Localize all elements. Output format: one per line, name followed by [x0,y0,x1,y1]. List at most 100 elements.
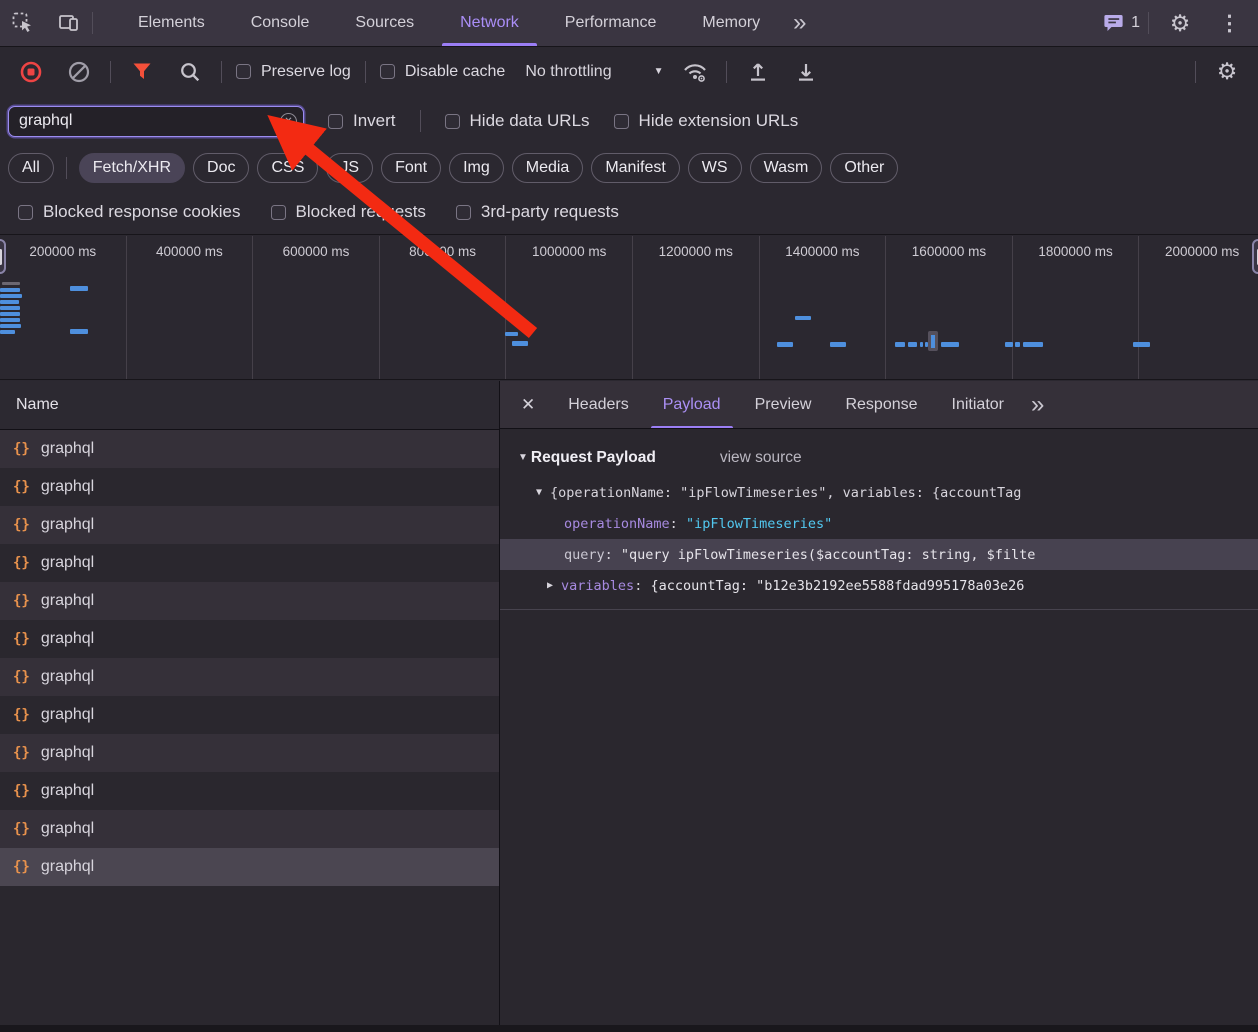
filter-chip-fetch-xhr[interactable]: Fetch/XHR [79,153,185,183]
json-icon: {} [13,441,30,457]
filter-chip-wasm[interactable]: Wasm [750,153,823,183]
clear-filter-icon[interactable]: ✕ [280,113,297,130]
detail-tab-initiator[interactable]: Initiator [935,381,1021,428]
tab-sources[interactable]: Sources [332,0,437,46]
customize-menu-icon[interactable]: ⋮ [1211,13,1248,34]
payload-summary-line[interactable]: ▼ {operationName: "ipFlowTimeseries", va… [500,477,1258,508]
import-har-icon[interactable] [741,55,775,89]
timeline-request-bar [0,306,20,310]
filter-chip-media[interactable]: Media [512,153,584,183]
view-source-link[interactable]: view source [720,449,802,467]
timeline-request-bar [0,324,21,328]
network-request-row[interactable]: {} graphql [0,696,499,734]
record-network-log-icon[interactable] [14,55,48,89]
settings-gear-icon[interactable]: ⚙ [1163,6,1197,40]
tab-memory[interactable]: Memory [679,0,783,46]
detail-tab-response[interactable]: Response [828,381,934,428]
network-request-row[interactable]: {}graphql [0,734,499,772]
overview-left-handle[interactable] [0,239,6,274]
name-column-header[interactable]: Name [0,381,499,430]
network-settings-gear-icon[interactable]: ⚙ [1210,55,1244,89]
checkbox-box [445,114,460,129]
collapse-section-icon[interactable]: ▼ [518,452,528,463]
clear-network-log-icon[interactable] [62,55,96,89]
network-request-row[interactable]: {}graphql [0,468,499,506]
checkbox-blocked-response-cookies[interactable]: Blocked response cookies [18,202,241,222]
checkbox-box [328,114,343,129]
more-panels-icon[interactable]: » [783,11,816,35]
timeline-request-bar [0,288,20,292]
timeline-request-bar [777,342,793,347]
checkbox-blocked-requests[interactable]: Blocked requests [271,202,426,222]
detail-tab-payload[interactable]: Payload [646,381,738,428]
overview-right-handle[interactable] [1252,239,1258,274]
network-request-row[interactable]: {}graphql [0,582,499,620]
detail-tab-preview[interactable]: Preview [738,381,829,428]
disable-cache-checkbox[interactable]: Disable cache [380,63,506,81]
json-icon: {} [13,593,30,609]
network-request-row[interactable]: {}graphql [0,544,499,582]
search-icon[interactable] [173,55,207,89]
preserve-log-checkbox[interactable]: Preserve log [236,63,351,81]
payload-entry[interactable]: ▶variables: {accountTag: "b12e3b2192ee55… [500,570,1258,601]
tab-network[interactable]: Network [437,0,542,46]
network-request-row[interactable]: {}graphql [0,810,499,848]
filter-input[interactable] [8,106,304,137]
network-request-row[interactable]: {}graphql [0,620,499,658]
more-detail-tabs-icon[interactable]: » [1021,393,1054,417]
filter-input-wrap: ✕ [8,106,304,137]
timeline-request-bar [1133,342,1150,347]
collapse-object-icon[interactable]: ▼ [536,487,542,498]
payload-tree: ▼ {operationName: "ipFlowTimeseries", va… [500,477,1258,610]
invert-label: Invert [353,111,396,131]
inspect-element-icon[interactable] [6,6,40,40]
timeline-request-bar [505,332,518,336]
network-overview-timeline[interactable]: 200000 ms400000 ms600000 ms800000 ms1000… [0,236,1258,380]
filter-chip-other[interactable]: Other [830,153,898,183]
timeline-request-bar [1023,342,1043,347]
request-name: graphql [41,706,94,724]
filter-chip-ws[interactable]: WS [688,153,742,183]
tab-console[interactable]: Console [228,0,333,46]
filter-chip-doc[interactable]: Doc [193,153,249,183]
filter-chip-all[interactable]: All [8,153,54,183]
network-request-row[interactable]: {}graphql [0,772,499,810]
invert-checkbox[interactable]: Invert [328,111,396,131]
checkbox-3rd-party-requests[interactable]: 3rd-party requests [456,202,619,222]
network-request-row[interactable]: {}graphql [0,848,499,886]
network-request-row[interactable]: {}graphql [0,658,499,696]
filter-chip-img[interactable]: Img [449,153,504,183]
json-icon: {} [13,707,30,723]
disable-cache-label: Disable cache [405,63,506,81]
issues-button[interactable]: 1 [1104,14,1140,32]
filter-chip-js[interactable]: JS [326,153,373,183]
filter-funnel-icon[interactable] [125,55,159,89]
throttling-select[interactable]: No throttling ▼ [525,63,663,81]
export-har-icon[interactable] [789,55,823,89]
timeline-request-bar [0,312,20,316]
payload-entry[interactable]: query: "query ipFlowTimeseries($accountT… [500,539,1258,570]
device-toolbar-icon[interactable] [52,6,86,40]
detail-tab-headers[interactable]: Headers [551,381,645,428]
filter-chip-manifest[interactable]: Manifest [591,153,679,183]
hide-data-urls-checkbox[interactable]: Hide data URLs [445,111,590,131]
checkbox-box [236,64,251,79]
hide-extension-urls-checkbox[interactable]: Hide extension URLs [614,111,799,131]
request-list-pane: Name {}graphql{}graphql{}graphql{}graphq… [0,381,500,1032]
filter-chip-css[interactable]: CSS [257,153,318,183]
blocked-requests-label: Blocked requests [296,202,426,222]
payload-summary-text: {operationName: "ipFlowTimeseries", vari… [550,485,1021,501]
name-column-label: Name [16,396,59,414]
request-type-filter-chips: All Fetch/XHR Doc CSS JS Font Img MediaManifest… [0,146,1258,190]
filter-chip-font[interactable]: Font [381,153,441,183]
network-request-row[interactable]: {}graphql [0,506,499,544]
tab-elements[interactable]: Elements [115,0,228,46]
expand-icon[interactable]: ▶ [547,580,553,591]
close-detail-icon[interactable]: ✕ [500,395,551,415]
network-conditions-icon[interactable] [678,55,712,89]
payload-section-header: ▼ Request Payload view source [500,444,1258,471]
network-request-row[interactable]: {}graphql [0,430,499,468]
payload-entry[interactable]: operationName: "ipFlowTimeseries" [500,508,1258,539]
timeline-request-bar [1005,342,1013,347]
tab-performance[interactable]: Performance [542,0,680,46]
